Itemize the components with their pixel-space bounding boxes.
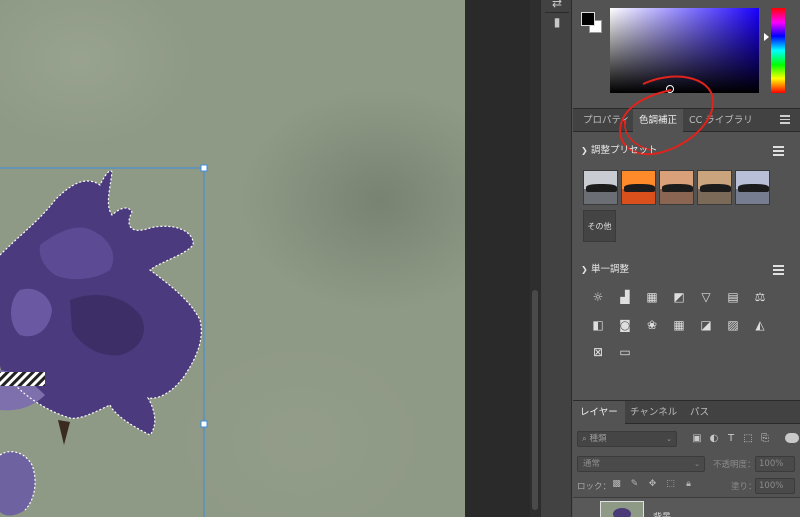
lock-position-icon[interactable]: ✥ <box>647 479 658 490</box>
preset-thumbnail-4[interactable] <box>697 170 732 205</box>
filter-smart-object-icon[interactable]: ⎘ <box>759 433 771 445</box>
document-canvas[interactable] <box>0 0 465 517</box>
history-icon[interactable]: ⇄ <box>550 0 564 10</box>
photo-filter-icon[interactable]: ◙ <box>618 318 632 332</box>
opacity-field[interactable]: 100% <box>755 456 795 472</box>
gradient-map-icon[interactable]: ▭ <box>618 345 632 359</box>
tab-channels[interactable]: チャンネル <box>623 401 684 424</box>
filter-adjustment-icon[interactable]: ◐ <box>708 433 720 445</box>
layers-panel-tabs: レイヤー チャンネル パス <box>573 400 800 424</box>
foreground-color-swatch[interactable] <box>581 12 595 26</box>
panel-menu-icon[interactable] <box>780 115 790 125</box>
foreground-background-swatch[interactable] <box>581 12 603 34</box>
invert-icon[interactable]: ◪ <box>699 318 713 332</box>
tab-layers[interactable]: レイヤー <box>573 401 625 424</box>
layer-filter-kind-select[interactable]: ⌕ 種類 ⌄ <box>577 431 677 447</box>
filter-shape-icon[interactable]: ⬚ <box>742 433 754 445</box>
lock-artboard-icon[interactable]: ⬚ <box>665 479 676 490</box>
fill-label: 塗り： <box>731 482 757 492</box>
filter-type-icon[interactable]: T <box>725 433 737 445</box>
lock-image-pixels-icon[interactable]: ✎ <box>629 479 640 490</box>
brightness-contrast-icon[interactable]: ☼ <box>591 290 605 304</box>
layer-thumbnail <box>600 501 644 517</box>
presets-section-header[interactable]: ❯ 調整プリセット <box>581 143 658 159</box>
hue-saturation-icon[interactable]: ▤ <box>726 290 740 304</box>
exposure-icon[interactable]: ◩ <box>672 290 686 304</box>
channel-mixer-icon[interactable]: ❀ <box>645 318 659 332</box>
vibrance-icon[interactable]: ▽ <box>699 290 713 304</box>
comment-icon[interactable]: ▮ <box>550 15 564 29</box>
presets-list-view-icon[interactable] <box>773 146 784 157</box>
curves-icon[interactable]: ▦ <box>645 290 659 304</box>
filter-toggle[interactable] <box>785 433 799 443</box>
chevron-down-icon: ❯ <box>581 146 588 155</box>
scrollbar-thumb[interactable] <box>532 290 538 510</box>
color-lookup-icon[interactable]: ▦ <box>672 318 686 332</box>
hue-slider[interactable] <box>771 8 785 93</box>
preset-thumbnail-5[interactable] <box>735 170 770 205</box>
single-adjustments-header[interactable]: ❯ 単一調整 <box>581 262 629 278</box>
filter-pixel-icon[interactable]: ▣ <box>691 433 703 445</box>
lock-transparent-pixels-icon[interactable]: ▩ <box>611 479 622 490</box>
single-list-view-icon[interactable] <box>773 265 784 276</box>
threshold-icon[interactable]: ◭ <box>753 318 767 332</box>
lock-all-icon[interactable]: 🔒︎ <box>683 479 694 490</box>
chevron-down-icon: ⌄ <box>694 460 700 468</box>
preset-thumbnail-3[interactable] <box>659 170 694 205</box>
chevron-down-icon: ❯ <box>581 265 588 274</box>
layer-name: 背景 <box>653 510 671 517</box>
collapsed-panel-strip: ⇄ ▮ <box>540 0 572 517</box>
fill-field[interactable]: 100% <box>755 478 795 494</box>
posterize-icon[interactable]: ▨ <box>726 318 740 332</box>
chevron-down-icon: ⌄ <box>666 435 672 443</box>
color-balance-icon[interactable]: ⚖ <box>753 290 767 304</box>
hue-slider-arrow[interactable] <box>764 33 769 41</box>
tab-paths[interactable]: パス <box>683 401 716 424</box>
opacity-label: 不透明度： <box>713 460 756 470</box>
selective-color-icon[interactable]: ⊠ <box>591 345 605 359</box>
presets-more-button[interactable]: その他 <box>583 210 616 242</box>
flower-image <box>0 170 202 516</box>
pasteboard <box>465 0 540 517</box>
canvas-artwork <box>0 164 208 517</box>
black-white-icon[interactable]: ◧ <box>591 318 605 332</box>
preset-thumbnail-2[interactable] <box>621 170 656 205</box>
preset-thumbnail-1[interactable] <box>583 170 618 205</box>
lock-label: ロック： <box>577 482 612 492</box>
levels-icon[interactable]: ▟ <box>618 290 632 304</box>
layer-row-background[interactable]: 背景 <box>573 497 800 517</box>
right-panel: プロパティ 色調補正 CC ライブラリ ❯ 調整プリセット その他 ❯ 単一調整 ☼… <box>573 0 800 517</box>
blend-mode-select[interactable]: 通常 ⌄ <box>577 456 705 472</box>
